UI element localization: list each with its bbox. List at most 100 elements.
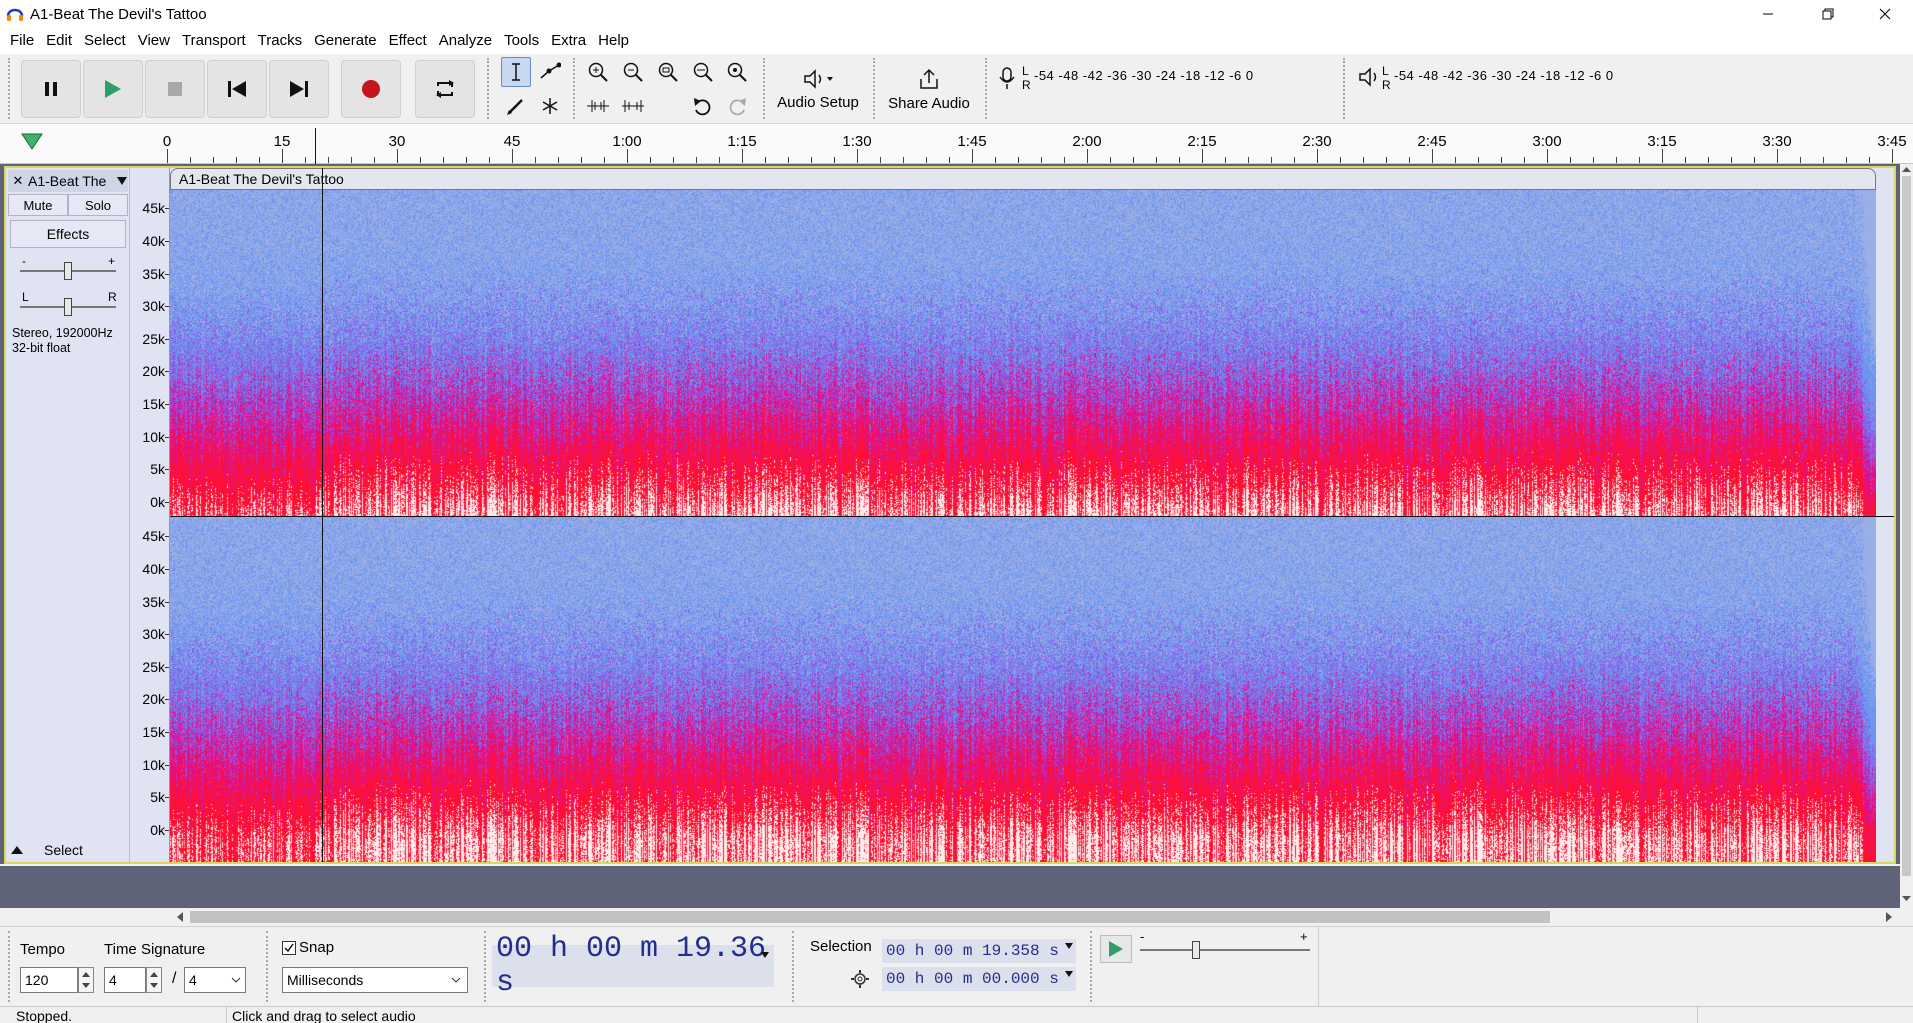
speed-slider-knob[interactable] xyxy=(1192,941,1200,959)
menu-help[interactable]: Help xyxy=(592,28,635,54)
scroll-up-icon[interactable] xyxy=(1900,164,1913,174)
menu-generate[interactable]: Generate xyxy=(308,28,383,54)
zoom-toggle-button[interactable] xyxy=(722,57,752,87)
timeline-ruler[interactable]: 0 15 30 45 1:00 1:15 1:30 1:45 2:00 2:15 2:30 2:45 3… xyxy=(0,124,1913,164)
selection-length-display[interactable]: 00 h 00 m 00.000 s xyxy=(882,967,1076,991)
spectrogram-view[interactable]: A1-Beat The Devil's Tattoo xyxy=(170,168,1894,862)
edit-grip[interactable] xyxy=(573,58,579,119)
checkbox-checked-icon[interactable] xyxy=(282,940,296,955)
timeline-options-icon[interactable] xyxy=(20,132,44,152)
selection-grip[interactable] xyxy=(792,931,798,1002)
undo-button[interactable] xyxy=(688,91,718,121)
play-meter-grip[interactable] xyxy=(1343,58,1349,119)
ruler-tick xyxy=(972,149,973,163)
vertical-scroll-thumb[interactable] xyxy=(1902,176,1911,876)
frequency-scale[interactable]: 45k 40k 35k 30k 25k 20k 15k 10k 5k 0k 45k 40k 35k 30k… xyxy=(130,168,170,862)
empty-track-area[interactable] xyxy=(0,866,1900,908)
snap-toggle[interactable]: Snap xyxy=(282,939,334,956)
pause-button[interactable] xyxy=(21,60,81,118)
skip-to-end-button[interactable] xyxy=(269,60,329,118)
tempo-spinner[interactable] xyxy=(78,967,94,993)
envelope-tool[interactable] xyxy=(535,57,565,87)
audio-setup-button[interactable]: Audio Setup xyxy=(773,58,863,120)
share-grip[interactable] xyxy=(873,58,879,119)
draw-tool[interactable] xyxy=(501,91,531,121)
snap-grip[interactable] xyxy=(266,931,272,1002)
collapse-arrow-icon[interactable] xyxy=(10,845,24,855)
ruler-tick xyxy=(1363,157,1364,163)
menu-transport[interactable]: Transport xyxy=(176,28,252,54)
gain-slider[interactable] xyxy=(20,262,116,280)
scroll-down-icon[interactable] xyxy=(1900,894,1913,904)
gain-slider-knob[interactable] xyxy=(64,262,72,280)
ruler-tick xyxy=(627,149,628,163)
horizontal-scrollbar[interactable] xyxy=(0,908,1913,926)
vertical-scrollbar[interactable] xyxy=(1900,164,1913,904)
menu-analyze[interactable]: Analyze xyxy=(433,28,498,54)
scroll-left-icon[interactable] xyxy=(174,911,186,923)
time-grip[interactable] xyxy=(484,931,490,1002)
zoom-in-button[interactable] xyxy=(583,57,613,87)
effects-button[interactable]: Effects xyxy=(10,220,126,248)
menu-tools[interactable]: Tools xyxy=(498,28,545,54)
gear-icon[interactable] xyxy=(850,969,870,989)
track-footer: Select xyxy=(10,840,126,860)
pan-slider-knob[interactable] xyxy=(64,298,72,316)
play-at-speed-button[interactable] xyxy=(1100,935,1132,963)
fit-project-button[interactable] xyxy=(688,57,718,87)
minimize-button[interactable] xyxy=(1740,0,1796,28)
fit-selection-button[interactable] xyxy=(653,57,683,87)
menu-edit[interactable]: Edit xyxy=(40,28,78,54)
restore-button[interactable] xyxy=(1800,0,1856,28)
pan-slider[interactable] xyxy=(20,298,116,316)
mute-button[interactable]: Mute xyxy=(8,194,68,216)
frequency-tick xyxy=(165,502,169,503)
audio-setup-grip[interactable] xyxy=(763,58,769,119)
time-sig-grip[interactable] xyxy=(8,931,14,1002)
chevron-down-icon[interactable] xyxy=(116,176,128,186)
time-sig-spinner[interactable] xyxy=(146,967,162,993)
rec-meter-grip[interactable] xyxy=(985,58,991,119)
selection-start-display[interactable]: 00 h 00 m 19.358 s xyxy=(882,939,1076,963)
loop-button[interactable] xyxy=(415,60,475,118)
audio-position-display[interactable]: 00 h 00 m 19.36 s xyxy=(492,932,774,1000)
menu-extra[interactable]: Extra xyxy=(545,28,592,54)
menu-select[interactable]: Select xyxy=(78,28,132,54)
audio-track[interactable]: ✕ A1-Beat The Mute Solo Effects - + L R xyxy=(4,166,1896,864)
menu-view[interactable]: View xyxy=(132,28,176,54)
record-button[interactable] xyxy=(341,60,401,118)
menu-tracks[interactable]: Tracks xyxy=(252,28,308,54)
snap-unit-select[interactable]: Milliseconds xyxy=(282,967,468,993)
tools-grip[interactable] xyxy=(487,58,493,119)
horizontal-scroll-thumb[interactable] xyxy=(190,911,1550,923)
track-close-button[interactable]: ✕ xyxy=(8,173,28,189)
redo-button[interactable] xyxy=(722,91,752,121)
tempo-input[interactable]: 120 xyxy=(20,967,78,993)
speed-slider[interactable] xyxy=(1140,941,1310,959)
playback-meter[interactable]: LR -54 -48 -42 -36 -30 -24 -18 -12 -6 0 xyxy=(1356,64,1696,100)
time-sig-denominator-select[interactable]: 4 xyxy=(184,967,246,993)
skip-to-start-button[interactable] xyxy=(207,60,267,118)
close-window-button[interactable] xyxy=(1857,0,1913,28)
time-sig-numerator-input[interactable]: 4 xyxy=(104,967,146,993)
solo-button[interactable]: Solo xyxy=(68,194,128,216)
share-audio-button[interactable]: Share Audio xyxy=(883,58,975,120)
share-upload-icon xyxy=(920,68,938,89)
stop-button[interactable] xyxy=(145,60,205,118)
multi-tool[interactable] xyxy=(535,91,565,121)
clip-title-bar[interactable]: A1-Beat The Devil's Tattoo xyxy=(170,168,1876,190)
track-name-menu[interactable]: A1-Beat The xyxy=(28,173,116,189)
selection-tool[interactable] xyxy=(501,57,531,87)
toolbar-grip[interactable] xyxy=(8,58,14,119)
record-meter[interactable]: LR -54 -48 -42 -36 -30 -24 -18 -12 -6 0 xyxy=(996,64,1336,100)
select-track-button[interactable]: Select xyxy=(44,842,83,858)
spectrogram-canvas[interactable] xyxy=(170,190,1876,862)
scroll-right-icon[interactable] xyxy=(1883,911,1895,923)
menu-file[interactable]: File xyxy=(4,28,40,54)
menu-effect[interactable]: Effect xyxy=(383,28,433,54)
zoom-out-button[interactable] xyxy=(618,57,648,87)
play-button[interactable] xyxy=(83,60,143,118)
trim-outside-button[interactable] xyxy=(583,91,613,121)
silence-selection-button[interactable] xyxy=(618,91,648,121)
play-at-speed-grip[interactable] xyxy=(1090,931,1096,1002)
